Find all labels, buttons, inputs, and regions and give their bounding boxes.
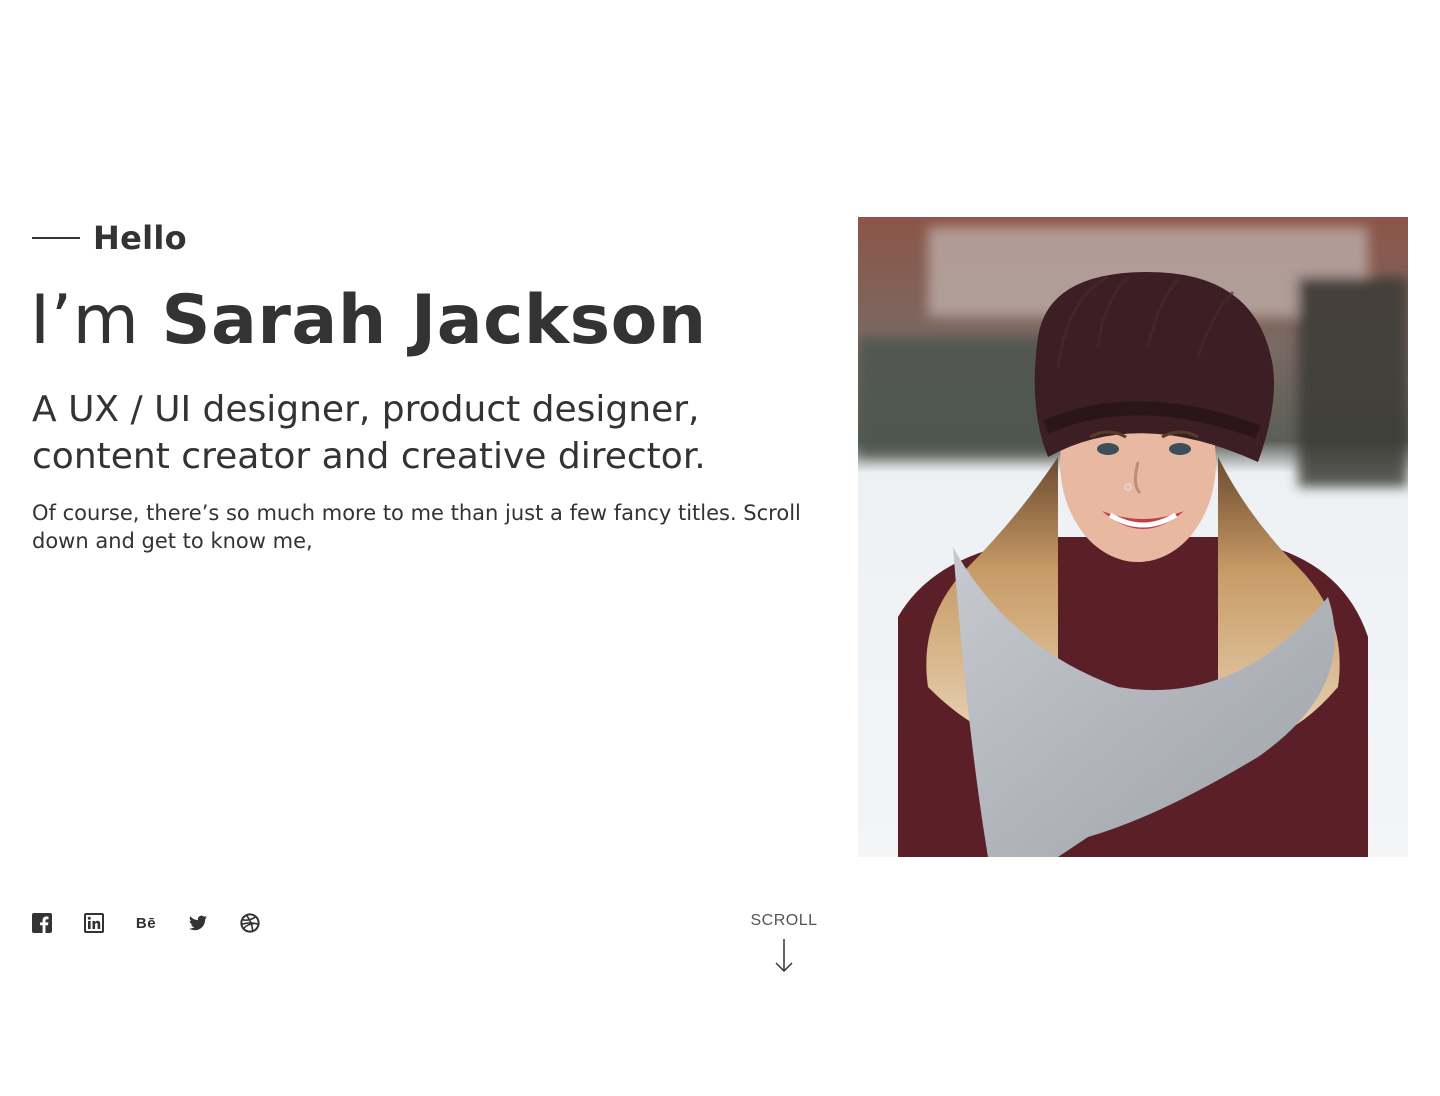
portrait-illustration <box>858 217 1408 857</box>
social-links: Bē <box>32 912 260 934</box>
portrait-photo <box>858 217 1408 857</box>
tagline: A UX / UI designer, product designer, co… <box>32 389 706 477</box>
person-name: Sarah Jackson <box>161 281 707 360</box>
name-prefix: I’m <box>30 281 162 360</box>
arrow-down-icon <box>775 939 793 973</box>
scroll-indicator[interactable]: SCROLL <box>734 912 834 974</box>
intro-description: Of course, there’s so much more to me th… <box>32 501 801 553</box>
scroll-label: SCROLL <box>750 912 818 929</box>
greeting: Hello <box>32 218 187 258</box>
linkedin-icon[interactable] <box>84 912 104 934</box>
twitter-icon[interactable] <box>188 912 208 934</box>
page-title: I’m Sarah Jackson <box>30 278 707 364</box>
greeting-divider <box>32 237 80 239</box>
dribbble-icon[interactable] <box>240 912 260 934</box>
greeting-text: Hello <box>93 219 187 257</box>
behance-icon[interactable]: Bē <box>136 912 156 934</box>
behance-label: Bē <box>135 914 157 932</box>
facebook-icon[interactable] <box>32 912 52 934</box>
